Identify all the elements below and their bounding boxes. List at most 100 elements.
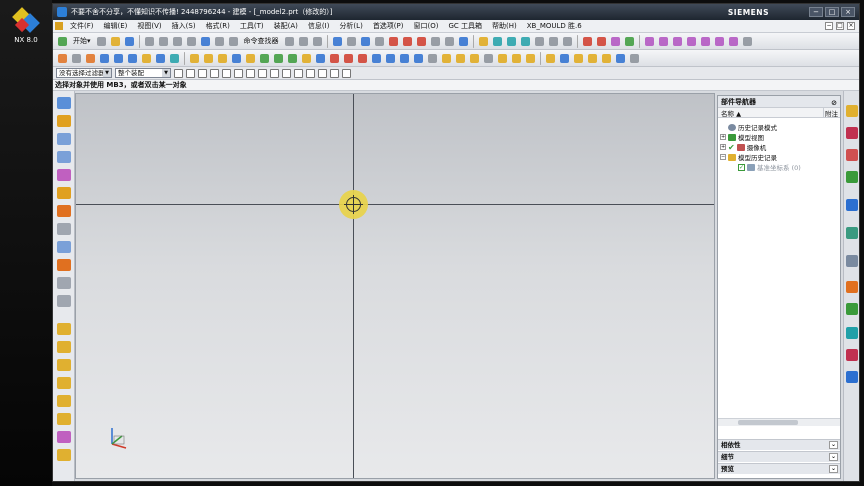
slot-icon[interactable] <box>244 52 257 65</box>
snap-quadrant-icon[interactable] <box>306 68 315 78</box>
toolbar-options-icon[interactable] <box>741 35 754 48</box>
expand-icon[interactable]: + <box>720 134 726 140</box>
menu-xb-mould[interactable]: XB_MOULD 胜.6 <box>522 21 587 31</box>
view-orient-icon[interactable] <box>561 35 574 48</box>
graphics-viewport[interactable] <box>75 93 715 479</box>
snap-midpoint-icon[interactable] <box>258 68 267 78</box>
scale-body-icon[interactable] <box>468 52 481 65</box>
mold-tool-5-icon[interactable] <box>699 35 712 48</box>
sketch-feature-icon[interactable] <box>56 52 69 65</box>
menu-insert[interactable]: 插入(S) <box>167 21 201 31</box>
deselect-icon[interactable] <box>198 68 207 78</box>
doc-restore-icon[interactable]: □ <box>836 22 844 30</box>
snap-existing-icon[interactable] <box>318 68 327 78</box>
mold-tool-7-icon[interactable] <box>727 35 740 48</box>
datum-plane-icon[interactable] <box>70 52 83 65</box>
shaded-cube-icon[interactable] <box>359 35 372 48</box>
expand-icon[interactable]: + <box>720 144 726 150</box>
maximize-button[interactable]: □ <box>825 7 839 17</box>
snap-center-icon[interactable] <box>294 68 303 78</box>
subtract-icon[interactable] <box>272 52 285 65</box>
start-icon[interactable] <box>56 35 69 48</box>
process-studio-icon[interactable] <box>846 281 858 293</box>
paste-icon[interactable] <box>171 35 184 48</box>
surface-6-icon[interactable] <box>614 52 627 65</box>
palette-tool-11-icon[interactable] <box>57 277 71 289</box>
chevron-down-icon[interactable]: ⌄ <box>829 453 838 461</box>
scrollbar-thumb[interactable] <box>738 420 798 425</box>
panel-dependencies[interactable]: 相依性 ⌄ <box>718 439 840 450</box>
palette-tool-2-icon[interactable] <box>57 115 71 127</box>
roles-icon[interactable] <box>846 303 858 315</box>
measure-angle-icon[interactable] <box>505 35 518 48</box>
extrude-icon[interactable] <box>84 52 97 65</box>
surface-1-icon[interactable] <box>544 52 557 65</box>
draft-analysis-icon[interactable] <box>595 35 608 48</box>
snap-on-curve-icon[interactable] <box>330 68 339 78</box>
palette-tool-12-icon[interactable] <box>57 295 71 307</box>
sphere-icon[interactable] <box>154 52 167 65</box>
curvature-icon[interactable] <box>609 35 622 48</box>
sketch-icon[interactable] <box>547 35 560 48</box>
nx-desktop-shortcut[interactable]: NX 8.0 <box>4 7 48 44</box>
mold-tool-4-icon[interactable] <box>685 35 698 48</box>
menu-analysis[interactable]: 分析(L) <box>334 21 367 31</box>
wcs-icon[interactable] <box>457 35 470 48</box>
ruler-icon[interactable] <box>477 35 490 48</box>
fit-view-icon[interactable] <box>331 35 344 48</box>
palette-tool-5-icon[interactable] <box>57 169 71 181</box>
menu-file[interactable]: 文件(F) <box>65 21 99 31</box>
palette-tool-17-icon[interactable] <box>57 395 71 407</box>
type-filter-select[interactable]: 没有选择过滤器 ▼ <box>56 68 112 78</box>
pin-icon[interactable]: ⊘ <box>831 97 837 109</box>
shell-icon[interactable] <box>328 52 341 65</box>
panel-details[interactable]: 细节 ⌄ <box>718 451 840 462</box>
tree-node-model-history[interactable]: − 模型历史记录 <box>720 152 777 162</box>
menu-edit[interactable]: 编辑(E) <box>99 21 133 31</box>
intersect-icon[interactable] <box>286 52 299 65</box>
palette-tool-1-icon[interactable] <box>57 97 71 109</box>
mold-tool-3-icon[interactable] <box>671 35 684 48</box>
revolve-icon[interactable] <box>98 52 111 65</box>
unite-icon[interactable] <box>258 52 271 65</box>
rectangle-select-icon[interactable] <box>234 68 243 78</box>
menu-tools[interactable]: 工具(T) <box>235 21 269 31</box>
web-browser-icon[interactable] <box>846 199 858 211</box>
trim-body-icon[interactable] <box>398 52 411 65</box>
cut-icon[interactable] <box>143 35 156 48</box>
extract-icon[interactable] <box>454 52 467 65</box>
panel-preview[interactable]: 预览 ⌄ <box>718 463 840 474</box>
studio-ball-icon[interactable] <box>401 35 414 48</box>
split-body-icon[interactable] <box>412 52 425 65</box>
face-rule-icon[interactable] <box>210 68 219 78</box>
curve-rule-icon[interactable] <box>222 68 231 78</box>
palette-tool-10-icon[interactable] <box>57 259 71 271</box>
boss-icon[interactable] <box>188 52 201 65</box>
offset-face-icon[interactable] <box>356 52 369 65</box>
copy-icon[interactable] <box>157 35 170 48</box>
menu-window[interactable]: 窗口(O) <box>409 21 444 31</box>
assembly-filter-select[interactable]: 整个装配 ▼ <box>115 68 171 78</box>
reuse-library-icon[interactable] <box>846 171 858 183</box>
palette-tool-14-icon[interactable] <box>57 341 71 353</box>
menu-gc-toolkit[interactable]: GC 工具箱 <box>443 21 487 31</box>
doc-minimize-icon[interactable]: − <box>825 22 833 30</box>
chevron-down-icon[interactable]: ▼ <box>103 69 111 77</box>
tree-node-cameras[interactable]: + ✔ 摄像机 <box>720 142 766 152</box>
system-scenes-icon[interactable] <box>846 327 858 339</box>
surface-4-icon[interactable] <box>586 52 599 65</box>
manufacturing-icon[interactable] <box>846 349 858 361</box>
palette-tool-16-icon[interactable] <box>57 377 71 389</box>
surface-2-icon[interactable] <box>558 52 571 65</box>
tree-node-history-mode[interactable]: 历史记录模式 <box>728 122 777 132</box>
redo-icon[interactable] <box>213 35 226 48</box>
delete-face-icon[interactable] <box>524 52 537 65</box>
menu-information[interactable]: 信息(I) <box>303 21 335 31</box>
thicken-icon[interactable] <box>440 52 453 65</box>
mcs-icon[interactable] <box>533 35 546 48</box>
mold-tool-1-icon[interactable] <box>643 35 656 48</box>
close-button[interactable]: × <box>841 7 855 17</box>
rotate-view-icon[interactable] <box>345 35 358 48</box>
render-ball-icon[interactable] <box>415 35 428 48</box>
tree-node-model-views[interactable]: + 模型视图 <box>720 132 764 142</box>
